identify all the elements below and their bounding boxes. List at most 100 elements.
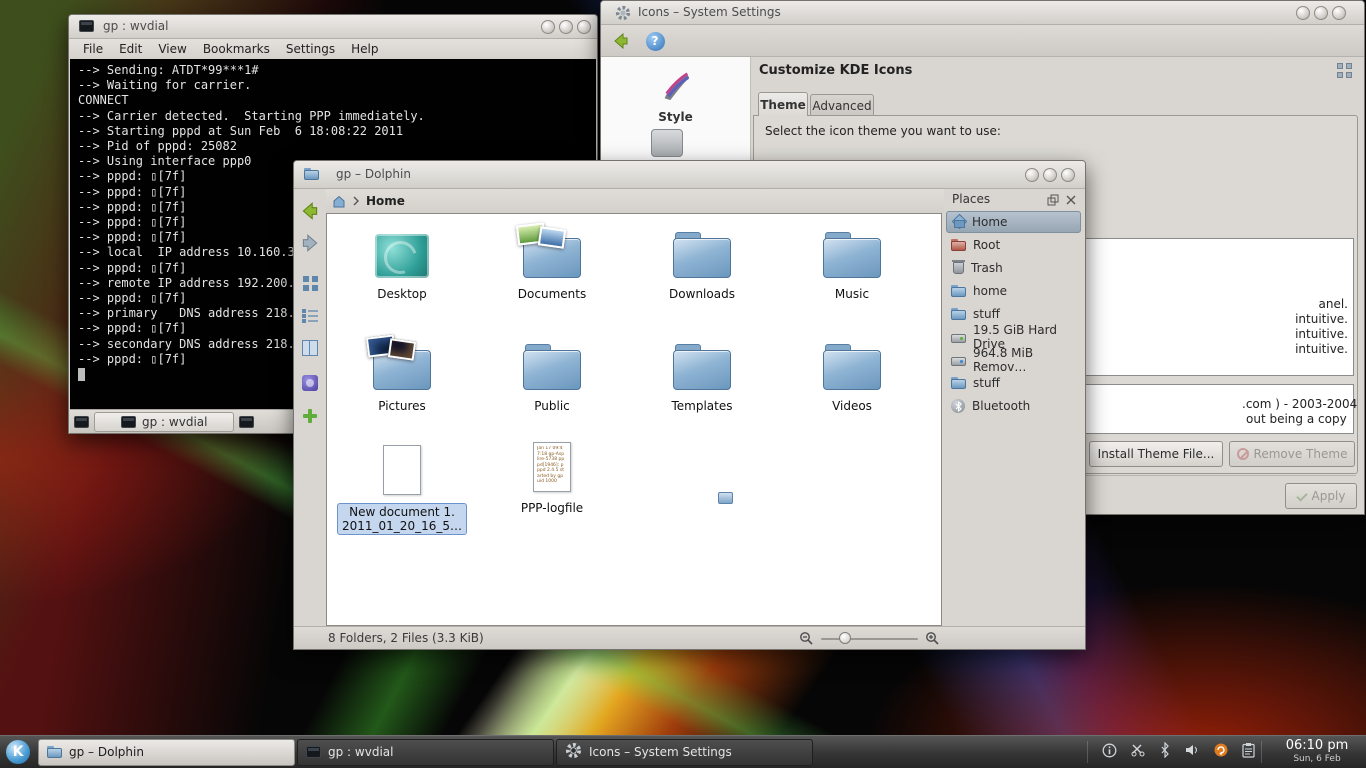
chevron-right-icon [352, 196, 360, 206]
root-folder-icon [951, 239, 966, 251]
folder-icon [951, 377, 966, 389]
float-panel-icon[interactable] [1047, 194, 1059, 209]
settings-page-title: Customize KDE Icons [759, 63, 912, 78]
status-text: 8 Folders, 2 Files (3.3 KiB) [328, 631, 484, 645]
maximize-button[interactable] [1043, 168, 1057, 182]
system-tray [1102, 742, 1255, 762]
file-item-new-document[interactable]: New document 1. 2011_01_20_16_5… [327, 439, 477, 535]
menu-help[interactable]: Help [343, 40, 386, 58]
menu-edit[interactable]: Edit [111, 40, 150, 58]
zoom-out-icon[interactable] [799, 631, 814, 649]
terminal-tab-label: gp : wvdial [142, 415, 207, 429]
close-button[interactable] [1332, 6, 1346, 20]
folder-item-desktop[interactable]: Desktop [327, 222, 477, 301]
help-icon: ? [646, 32, 665, 51]
minimize-button[interactable] [541, 20, 555, 34]
icons-view-button[interactable] [298, 271, 322, 295]
folder-item-videos[interactable]: Videos [777, 334, 927, 413]
settings-titlebar[interactable]: Icons – System Settings [601, 1, 1364, 25]
zoom-in-icon[interactable] [925, 631, 940, 649]
place-home-dir[interactable]: home [946, 280, 1081, 302]
minimize-button[interactable] [1296, 6, 1310, 20]
taskbar: K gp – Dolphin gp : wvdial Icons – Syste… [0, 735, 1366, 768]
help-button[interactable]: ? [641, 28, 669, 54]
folder-icon [673, 232, 731, 278]
tab-advanced[interactable]: Advanced [810, 94, 874, 116]
menu-settings[interactable]: Settings [278, 40, 343, 58]
zoom-slider-handle[interactable] [839, 632, 851, 644]
back-button[interactable] [298, 199, 322, 223]
konsole-titlebar[interactable]: gp : wvdial [69, 15, 597, 39]
menu-file[interactable]: File [75, 40, 111, 58]
app-launcher-button[interactable]: K [0, 736, 36, 768]
terminal-line: --> Waiting for carrier. [78, 78, 596, 93]
menu-view[interactable]: View [150, 40, 194, 58]
split-tab-icon[interactable] [239, 416, 254, 428]
remove-theme-button[interactable]: Remove Theme [1229, 441, 1355, 467]
place-removable-drive[interactable]: 964.8 MiB Remov… [946, 349, 1081, 371]
zoom-slider-track[interactable] [821, 638, 918, 640]
close-panel-icon[interactable] [1065, 194, 1077, 209]
breadcrumb-home[interactable]: Home [366, 194, 405, 208]
overview-dots-icon[interactable] [1337, 63, 1353, 79]
forward-button[interactable] [298, 231, 322, 255]
folder-item-downloads[interactable]: Downloads [627, 222, 777, 301]
sidebar-item-next-icon[interactable] [651, 129, 683, 157]
konsole-window-title: gp : wvdial [103, 19, 168, 33]
minimize-button[interactable] [1025, 168, 1039, 182]
folder-label: Documents [477, 287, 627, 301]
details-view-button[interactable] [298, 303, 322, 327]
device-notifier-icon[interactable] [1242, 742, 1255, 762]
folder-icon [951, 308, 966, 320]
clock[interactable]: 06:10 pm Sun, 6 Feb [1278, 739, 1356, 764]
columns-view-button[interactable] [298, 335, 322, 359]
place-root[interactable]: Root [946, 234, 1081, 256]
close-button[interactable] [577, 20, 591, 34]
taskbar-task-konsole[interactable]: gp : wvdial [297, 739, 554, 766]
place-stuff[interactable]: stuff [946, 303, 1081, 325]
install-theme-label: Install Theme File... [1098, 447, 1215, 461]
back-button[interactable] [607, 28, 635, 54]
file-item-ppp-logfile[interactable]: Jan 17 09:4 7:18 gp-Asp lire-5738 pp pd[… [477, 436, 627, 515]
sidebar-item-label: Style [611, 110, 740, 124]
forbidden-icon [1237, 448, 1249, 460]
terminal-tab-icon [121, 416, 136, 428]
maximize-button[interactable] [559, 20, 573, 34]
home-icon[interactable] [332, 195, 346, 208]
taskbar-task-system-settings[interactable]: Icons – System Settings [556, 739, 813, 766]
panel-separator [1261, 741, 1262, 763]
folder-view[interactable]: Desktop Documents Downloads Music [326, 213, 942, 626]
trash-icon [953, 262, 964, 274]
place-trash[interactable]: Trash [946, 257, 1081, 279]
maximize-button[interactable] [1314, 6, 1328, 20]
apply-button[interactable]: Apply [1285, 483, 1357, 509]
tab-theme[interactable]: Theme [758, 92, 808, 116]
klipper-scissors-icon[interactable] [1130, 742, 1146, 762]
notifications-info-icon[interactable] [1102, 743, 1117, 762]
volume-icon[interactable] [1184, 742, 1200, 762]
update-notifier-icon[interactable] [1213, 742, 1229, 762]
sidebar-item-style[interactable]: Style [611, 65, 740, 128]
close-button[interactable] [1061, 168, 1075, 182]
new-tab-icon[interactable] [74, 416, 89, 428]
konsole-tab[interactable]: gp : wvdial [94, 412, 234, 432]
menu-bookmarks[interactable]: Bookmarks [195, 40, 278, 58]
place-bluetooth[interactable]: Bluetooth [946, 395, 1081, 417]
folder-item-templates[interactable]: Templates [627, 334, 777, 413]
taskbar-task-dolphin[interactable]: gp – Dolphin [38, 739, 295, 766]
back-arrow-icon [611, 31, 631, 51]
place-stuff-2[interactable]: stuff [946, 372, 1081, 394]
folder-item-public[interactable]: Public [477, 334, 627, 413]
split-view-button[interactable] [298, 404, 322, 428]
settings-window-title: Icons – System Settings [638, 5, 781, 19]
dolphin-app-icon [304, 168, 319, 180]
bluetooth-tray-icon[interactable] [1159, 742, 1171, 762]
preview-button[interactable] [298, 371, 322, 395]
folder-item-music[interactable]: Music [777, 222, 927, 301]
folder-item-pictures[interactable]: Pictures [327, 334, 477, 413]
place-hard-drive[interactable]: 19.5 GiB Hard Drive [946, 326, 1081, 348]
install-theme-button[interactable]: Install Theme File... [1089, 441, 1223, 467]
dolphin-titlebar[interactable]: gp – Dolphin [294, 161, 1085, 189]
folder-item-documents[interactable]: Documents [477, 222, 627, 301]
place-home[interactable]: Home [946, 211, 1081, 233]
